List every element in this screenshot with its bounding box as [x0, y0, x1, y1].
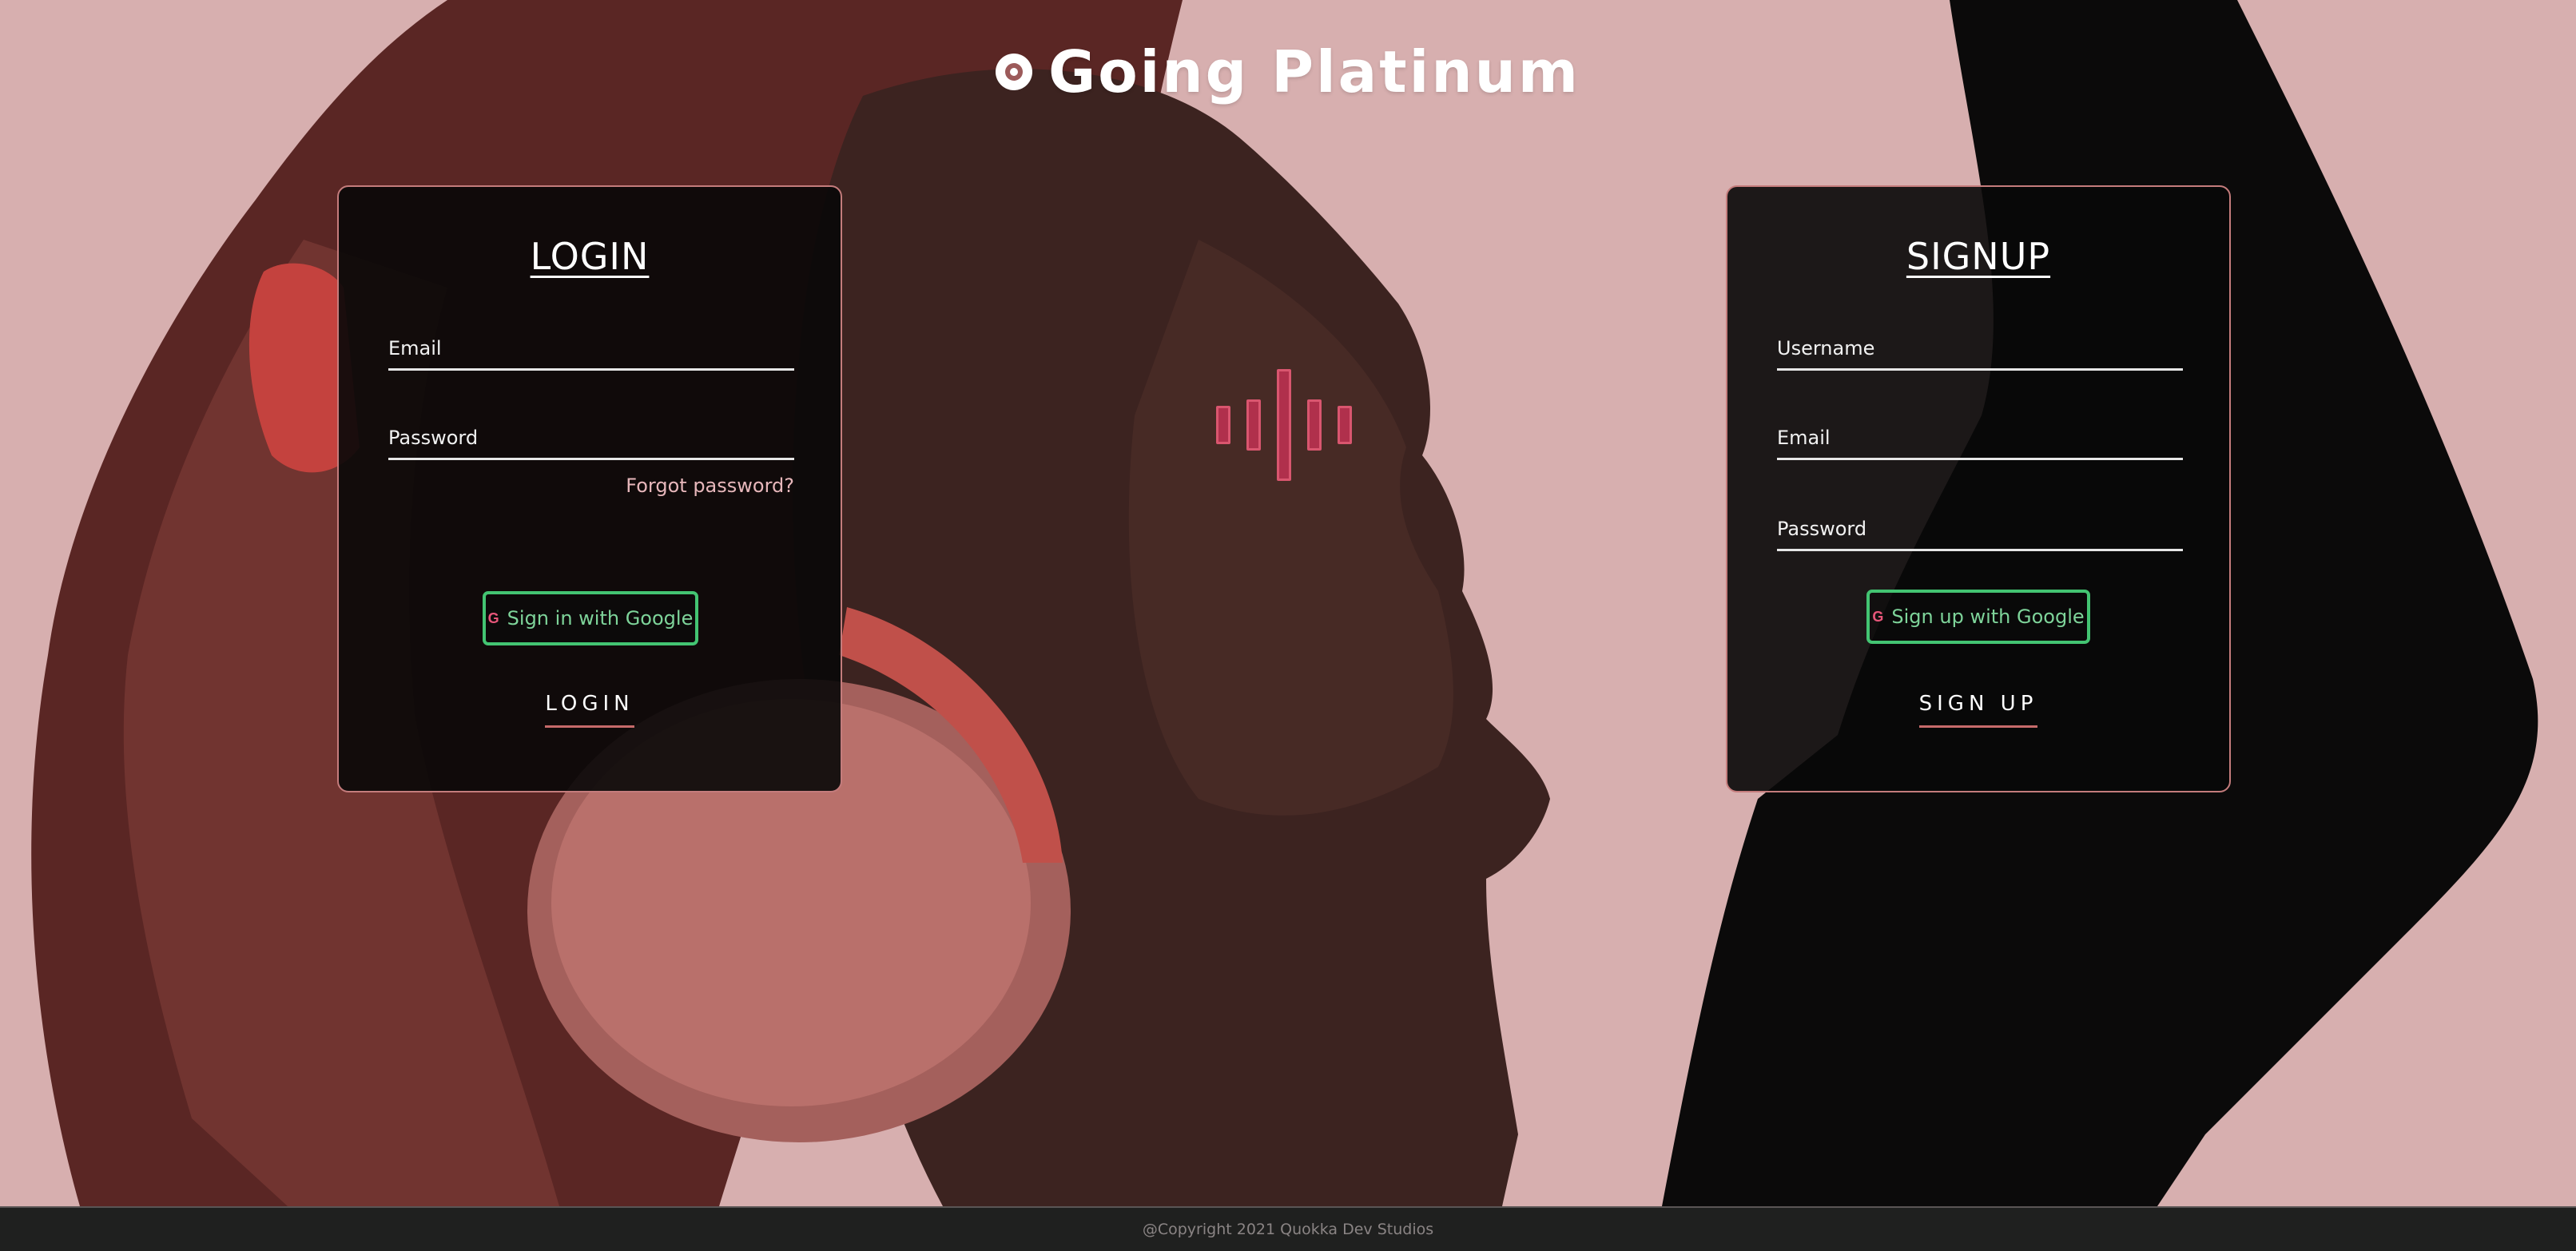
signup-button[interactable]: SIGN UP: [1727, 692, 2229, 728]
copyright-text: @Copyright 2021 Quokka Dev Studios: [1142, 1221, 1434, 1238]
login-button-label: LOGIN: [545, 692, 634, 728]
sign-up-with-google-button[interactable]: G Sign up with Google: [1866, 590, 2090, 644]
signup-password-field: [1777, 508, 2183, 551]
signup-button-label: SIGN UP: [1918, 692, 2038, 728]
google-icon: G: [1872, 608, 1884, 625]
login-email-input[interactable]: [388, 328, 794, 368]
login-password-field: [388, 417, 794, 460]
google-button-label: Sign in with Google: [507, 607, 694, 629]
vinyl-record-icon: [996, 54, 1033, 90]
sound-bar: [1216, 406, 1230, 444]
signup-password-input[interactable]: [1777, 508, 2183, 549]
signup-card: SIGNUP G Sign up with Google SIGN UP: [1726, 185, 2231, 792]
signup-title: SIGNUP: [1906, 235, 2051, 278]
login-title: LOGIN: [530, 235, 650, 278]
signup-username-field: [1777, 328, 2183, 371]
login-email-field: [388, 328, 794, 371]
signup-email-input[interactable]: [1777, 417, 2183, 458]
sign-in-with-google-button[interactable]: G Sign in with Google: [483, 591, 698, 645]
login-card: LOGIN Forgot password? G Sign in with Go…: [337, 185, 842, 792]
sound-bar: [1246, 399, 1261, 451]
login-button[interactable]: LOGIN: [339, 692, 841, 728]
sound-bar: [1307, 399, 1322, 451]
sound-bar: [1277, 369, 1291, 481]
brand-title: Going Platinum: [1048, 38, 1580, 105]
signup-email-field: [1777, 417, 2183, 460]
google-button-label: Sign up with Google: [1891, 606, 2085, 628]
sound-bar: [1338, 406, 1352, 444]
login-password-input[interactable]: [388, 417, 794, 458]
signup-username-input[interactable]: [1777, 328, 2183, 368]
forgot-password-link[interactable]: Forgot password?: [388, 475, 794, 497]
google-icon: G: [487, 610, 499, 626]
footer: @Copyright 2021 Quokka Dev Studios: [0, 1206, 2576, 1251]
brand-header: Going Platinum: [0, 38, 2576, 105]
sound-wave-icon: [1216, 369, 1352, 483]
